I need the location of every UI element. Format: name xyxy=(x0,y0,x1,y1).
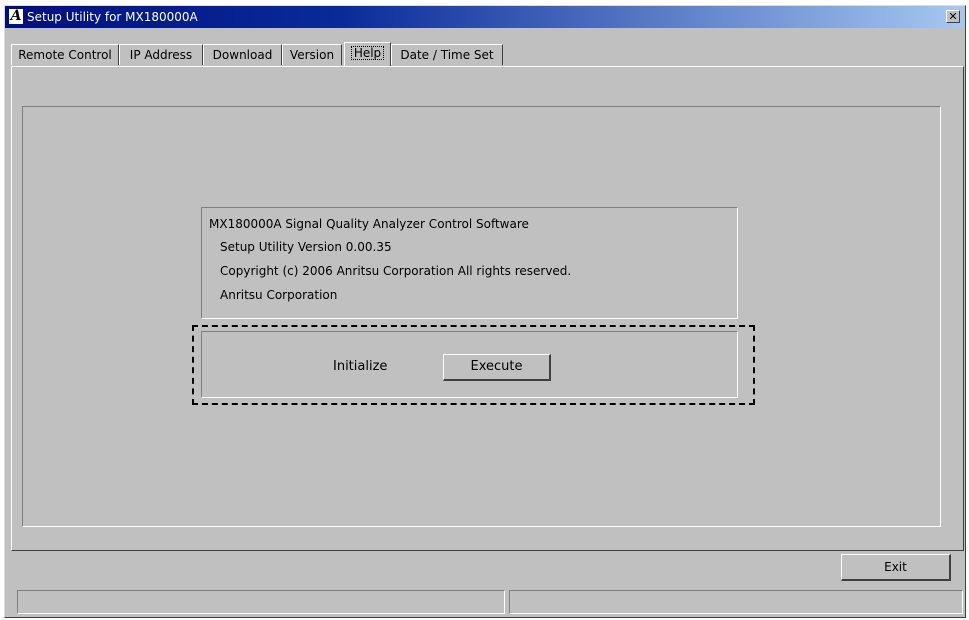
tab-remote-control[interactable]: Remote Control xyxy=(11,44,119,65)
execute-button[interactable]: Execute xyxy=(443,354,551,381)
anritsu-logo-icon: A xyxy=(9,8,23,24)
initialize-box: Initialize Execute xyxy=(201,331,738,398)
setup-utility-window: A Setup Utility for MX180000A ✕ Remote C… xyxy=(4,5,966,618)
help-tab-panel: MX180000A Signal Quality Analyzer Contro… xyxy=(11,66,964,551)
window-title: Setup Utility for MX180000A xyxy=(27,10,198,24)
status-bar xyxy=(17,590,963,616)
tab-ip-address[interactable]: IP Address xyxy=(119,44,203,65)
tab-help[interactable]: Help xyxy=(344,42,391,66)
copyright-text: Copyright (c) 2006 Anritsu Corporation A… xyxy=(220,264,572,278)
title-bar[interactable]: A Setup Utility for MX180000A ✕ xyxy=(5,6,965,28)
help-group-box: MX180000A Signal Quality Analyzer Contro… xyxy=(22,106,941,527)
initialize-label: Initialize xyxy=(333,359,388,374)
version-text: Setup Utility Version 0.00.35 xyxy=(220,240,392,254)
tab-date-time-set[interactable]: Date / Time Set xyxy=(391,44,503,65)
close-icon: ✕ xyxy=(948,10,958,23)
status-panel-right xyxy=(509,590,963,614)
tab-version[interactable]: Version xyxy=(282,44,342,65)
company-text: Anritsu Corporation xyxy=(220,288,338,302)
exit-button[interactable]: Exit xyxy=(841,554,951,581)
close-button[interactable]: ✕ xyxy=(946,10,960,23)
status-panel-left xyxy=(17,590,505,614)
tab-download[interactable]: Download xyxy=(203,44,282,65)
product-name-text: MX180000A Signal Quality Analyzer Contro… xyxy=(209,217,529,231)
software-info-box: MX180000A Signal Quality Analyzer Contro… xyxy=(201,207,738,319)
